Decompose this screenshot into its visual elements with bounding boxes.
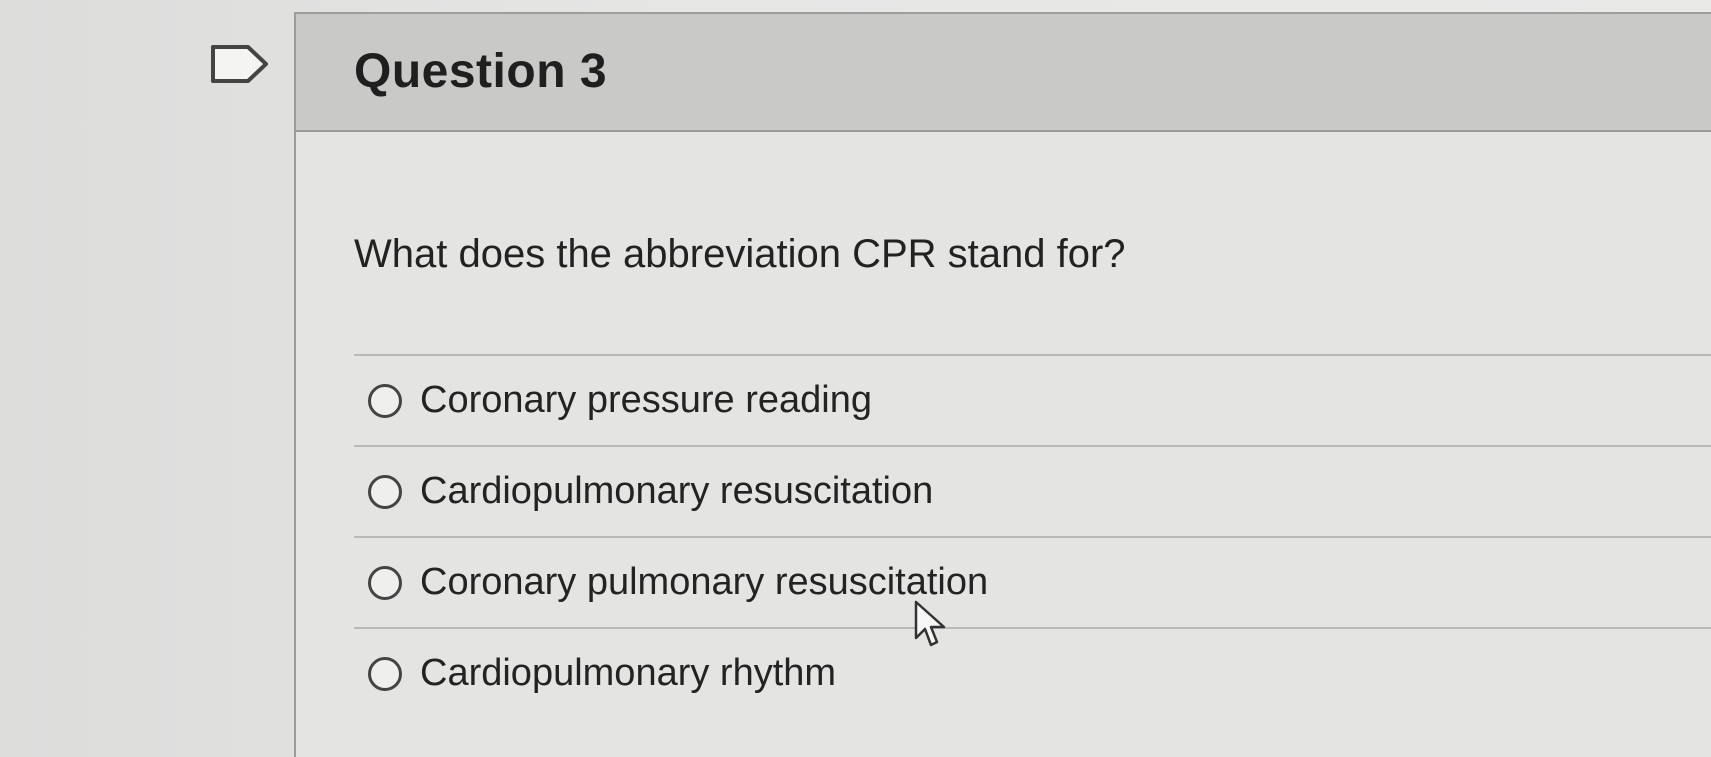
answer-option[interactable]: Coronary pressure reading bbox=[354, 354, 1711, 445]
question-text: What does the abbreviation CPR stand for… bbox=[354, 232, 1126, 276]
answer-label[interactable]: Cardiopulmonary rhythm bbox=[420, 652, 836, 695]
question-title: Question 3 bbox=[354, 45, 608, 98]
radio-button[interactable] bbox=[368, 656, 402, 691]
question-card: Question 3 What does the abbreviation CP… bbox=[294, 12, 1711, 757]
answer-option[interactable]: Coronary pulmonary resuscitation bbox=[354, 536, 1711, 627]
mouse-pointer-icon bbox=[914, 600, 946, 647]
question-header: Question 3 bbox=[296, 14, 1711, 132]
answer-option[interactable]: Cardiopulmonary rhythm bbox=[354, 627, 1711, 718]
answer-label[interactable]: Cardiopulmonary resuscitation bbox=[420, 470, 933, 513]
answer-label[interactable]: Coronary pulmonary resuscitation bbox=[420, 561, 988, 604]
quiz-page: Question 3 What does the abbreviation CP… bbox=[0, 0, 1711, 757]
radio-button[interactable] bbox=[368, 383, 402, 418]
flag-question-icon[interactable] bbox=[210, 44, 270, 84]
radio-button[interactable] bbox=[368, 474, 402, 509]
answer-label[interactable]: Coronary pressure reading bbox=[420, 379, 872, 422]
radio-button[interactable] bbox=[368, 565, 402, 600]
answer-option[interactable]: Cardiopulmonary resuscitation bbox=[354, 445, 1711, 536]
answer-list: Coronary pressure reading Cardiopulmonar… bbox=[354, 354, 1711, 718]
